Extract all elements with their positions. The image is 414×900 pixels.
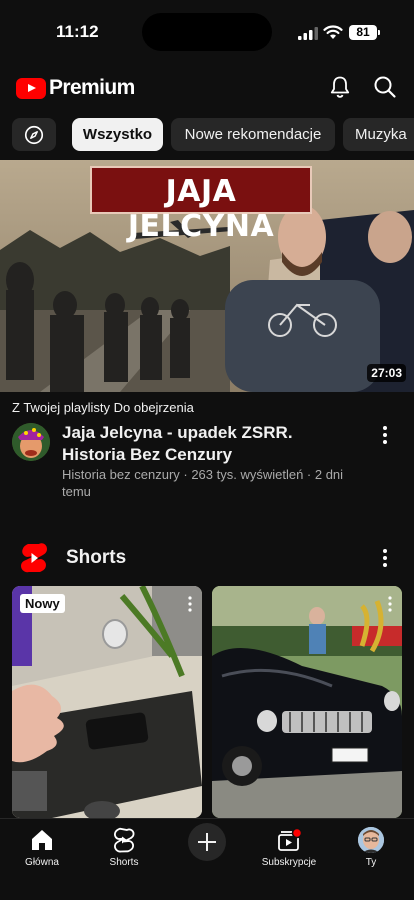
signal-icon bbox=[298, 27, 318, 40]
chip-music[interactable]: Muzyka bbox=[343, 118, 414, 151]
bottom-navigation: Główna Shorts Subskrypcje Ty bbox=[0, 818, 414, 900]
search-icon[interactable] bbox=[372, 74, 398, 100]
youtube-logo-icon bbox=[16, 77, 46, 99]
status-bar: 11:12 81 bbox=[0, 0, 414, 62]
create-icon bbox=[188, 823, 226, 861]
nav-shorts[interactable]: Shorts bbox=[89, 827, 159, 868]
wifi-icon bbox=[323, 25, 343, 39]
video-duration: 27:03 bbox=[367, 364, 406, 382]
compass-icon bbox=[24, 125, 44, 145]
logo-text: Premium bbox=[49, 76, 135, 99]
nav-home-label: Główna bbox=[25, 857, 59, 868]
video-title[interactable]: Jaja Jelcyna - upadek ZSRR. Historia Bez… bbox=[62, 422, 358, 466]
shorts-more-options-icon[interactable] bbox=[373, 546, 397, 570]
status-time: 11:12 bbox=[56, 22, 99, 41]
home-icon bbox=[32, 830, 52, 850]
thumbnail-title: JAJA JELCYNA bbox=[127, 174, 275, 244]
thumbnail-title-banner: JAJA JELCYNA bbox=[90, 166, 312, 244]
app-header: Premium bbox=[0, 62, 414, 112]
user-avatar-image bbox=[358, 827, 384, 853]
bell-icon[interactable] bbox=[327, 74, 353, 100]
nav-subscriptions[interactable]: Subskrypcje bbox=[254, 827, 324, 868]
battery-indicator: 81 bbox=[349, 25, 380, 40]
video-thumbnail[interactable]: JAJA JELCYNA 27:03 bbox=[0, 160, 414, 392]
chip-new-recommendations[interactable]: Nowe rekomendacje bbox=[171, 118, 335, 151]
short-more-options-icon[interactable] bbox=[182, 594, 198, 614]
shorts-title: Shorts bbox=[66, 547, 127, 568]
playlist-label[interactable]: Z Twojej playlisty Do obejrzenia bbox=[12, 400, 194, 415]
nav-home[interactable]: Główna bbox=[7, 827, 77, 868]
video-info[interactable]: Jaja Jelcyna - upadek ZSRR. Historia Bez… bbox=[0, 420, 414, 500]
nav-create[interactable] bbox=[172, 823, 242, 861]
nav-you[interactable]: Ty bbox=[336, 827, 406, 868]
more-options-icon[interactable] bbox=[373, 423, 397, 447]
shorts-icon bbox=[114, 827, 135, 853]
category-chips: Wszystko Nowe rekomendacje Muzyka bbox=[0, 118, 414, 152]
channel-avatar[interactable] bbox=[12, 423, 50, 461]
short-card[interactable] bbox=[212, 586, 402, 818]
short-card[interactable]: Nowy bbox=[12, 586, 202, 818]
subscriptions-icon bbox=[278, 827, 302, 851]
avatar bbox=[358, 827, 384, 853]
chip-all[interactable]: Wszystko bbox=[72, 118, 163, 151]
dynamic-island bbox=[142, 13, 272, 51]
nav-subscriptions-label: Subskrypcje bbox=[261, 857, 317, 868]
new-badge: Nowy bbox=[20, 594, 65, 613]
shorts-section-header: Shorts bbox=[0, 540, 414, 576]
short-thumbnail-image bbox=[12, 586, 202, 818]
short-thumbnail-image bbox=[212, 586, 402, 818]
explore-chip[interactable] bbox=[12, 118, 56, 151]
video-metadata: Historia bez cenzury · 263 tys. wyświetl… bbox=[62, 467, 344, 499]
youtube-premium-logo[interactable]: Premium bbox=[16, 76, 135, 100]
nav-you-label: Ty bbox=[365, 857, 377, 868]
channel-avatar-image bbox=[12, 423, 50, 461]
shorts-logo-icon bbox=[21, 543, 47, 573]
short-more-options-icon[interactable] bbox=[382, 594, 398, 614]
nav-shorts-label: Shorts bbox=[109, 857, 139, 868]
